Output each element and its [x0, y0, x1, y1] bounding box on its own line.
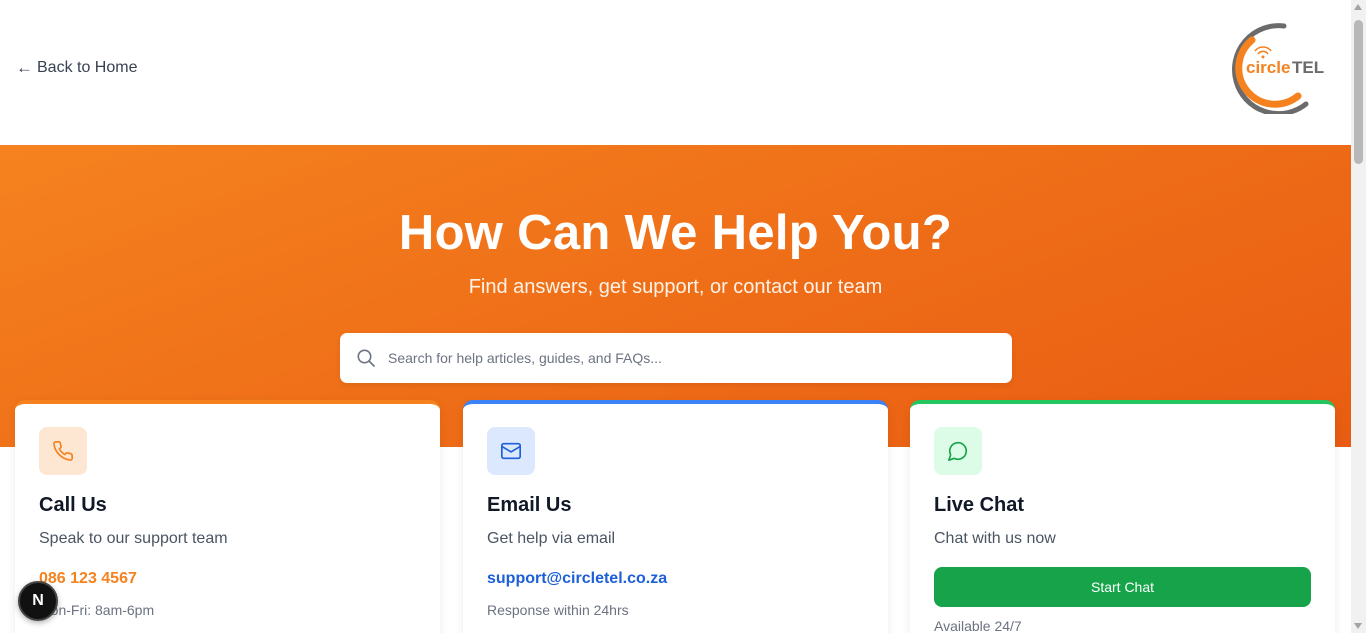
back-to-home-link[interactable]: ← Back to Home — [16, 58, 137, 78]
page-title: How Can We Help You? — [398, 206, 953, 260]
scroll-up-arrow-icon[interactable] — [1354, 4, 1362, 10]
scrollbar-thumb[interactable] — [1354, 20, 1363, 164]
search-icon — [357, 349, 375, 367]
dev-tools-badge[interactable]: N — [18, 581, 58, 621]
live-chat-card: Live Chat Chat with us now Start Chat Av… — [910, 400, 1335, 633]
call-us-title: Call Us — [39, 494, 107, 516]
back-to-home-label: Back to Home — [37, 59, 138, 76]
arrow-left-icon: ← — [16, 58, 33, 77]
chat-bubble-icon — [934, 427, 982, 475]
page-subtitle: Find answers, get support, or contact ou… — [468, 276, 883, 298]
email-us-title: Email Us — [487, 494, 572, 516]
live-chat-title: Live Chat — [934, 494, 1025, 516]
header: ← Back to Home circle TEL — [0, 0, 1351, 145]
email-response-time: Response within 24hrs — [487, 602, 629, 618]
scroll-down-arrow-icon[interactable] — [1354, 623, 1362, 629]
chat-availability: Available 24/7 — [934, 618, 1022, 633]
search-input[interactable] — [388, 333, 988, 383]
phone-icon — [39, 427, 87, 475]
call-us-description: Speak to our support team — [39, 530, 228, 547]
mail-icon — [487, 427, 535, 475]
logo-text-circle: circle — [1246, 58, 1290, 77]
start-chat-button[interactable]: Start Chat — [934, 567, 1311, 607]
circletel-logo[interactable]: circle TEL — [1214, 18, 1334, 114]
help-page: ← Back to Home circle TEL How Can We Hel… — [0, 0, 1351, 633]
search-bar — [340, 333, 1012, 383]
live-chat-description: Chat with us now — [934, 530, 1056, 547]
vertical-scrollbar[interactable] — [1351, 0, 1366, 633]
support-email-link[interactable]: support@circletel.co.za — [487, 570, 667, 588]
call-us-card: Call Us Speak to our support team 086 12… — [15, 400, 440, 633]
logo-text-tel: TEL — [1292, 58, 1324, 77]
email-us-card: Email Us Get help via email support@circ… — [463, 400, 888, 633]
phone-number-link[interactable]: 086 123 4567 — [39, 570, 137, 588]
email-us-description: Get help via email — [487, 530, 616, 547]
